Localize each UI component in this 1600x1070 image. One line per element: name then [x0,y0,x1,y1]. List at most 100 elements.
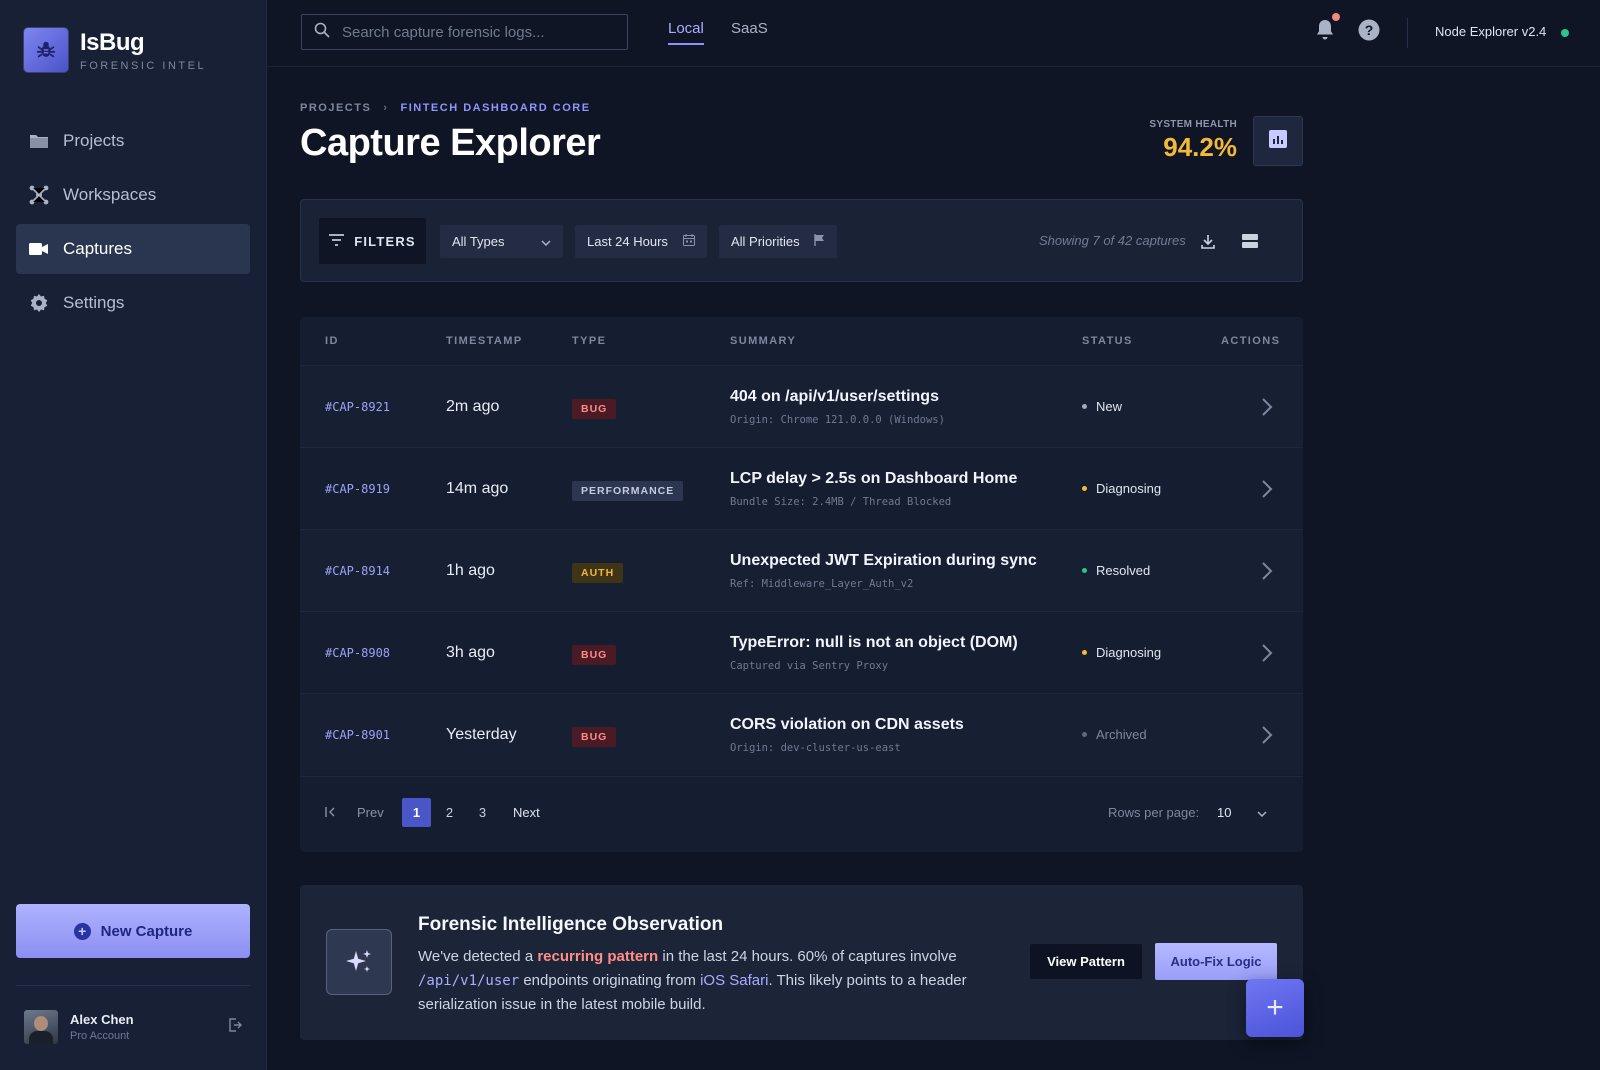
page-title: Capture Explorer [300,122,601,164]
capture-id[interactable]: #CAP-8921 [325,400,390,414]
rows-per-page-select[interactable]: 10 [1211,797,1273,827]
table-row[interactable]: #CAP-8914 1h ago AUTH Unexpected JWT Exp… [300,529,1303,611]
sidebar-item-projects[interactable]: Projects [16,116,250,166]
column-header-summary[interactable]: SUMMARY [730,335,796,347]
capture-summary-detail: Bundle Size: 2.4MB / Thread Blocked [730,496,952,508]
chevron-right-icon[interactable] [1255,475,1279,503]
page-1-button[interactable]: 1 [402,798,431,827]
new-capture-button[interactable]: + New Capture [16,904,250,958]
status-dot [1082,568,1087,573]
flag-icon [814,234,825,249]
status-label: Diagnosing [1096,645,1162,660]
capture-id[interactable]: #CAP-8914 [325,564,390,578]
table-header: ID TIMESTAMP TYPE SUMMARY STATUS ACTIONS [300,317,1303,367]
auto-fix-button[interactable]: Auto-Fix Logic [1155,943,1277,980]
hub-icon [29,185,49,205]
sidebar-item-label: Captures [63,239,132,258]
table-row[interactable]: #CAP-8921 2m ago BUG 404 on /api/v1/user… [300,365,1303,447]
search-input[interactable] [342,23,612,41]
status-dot [1082,404,1087,409]
view-pattern-button[interactable]: View Pattern [1030,944,1142,979]
sidebar-item-captures[interactable]: Captures [16,224,250,274]
column-header-actions: ACTIONS [1221,335,1281,347]
column-header-type[interactable]: TYPE [572,335,606,347]
status-dot [1082,732,1087,737]
type-badge: AUTH [572,563,624,583]
download-icon[interactable] [1198,231,1218,251]
insight-text: in the last 24 hours. 60% of captures in… [658,948,957,965]
node-explorer-label: Node Explorer v2.4 [1435,24,1547,39]
time-range-select[interactable]: Last 24 Hours [575,225,707,258]
search-box[interactable] [301,14,628,50]
insight-card: Forensic Intelligence Observation We've … [300,885,1303,1040]
type-badge: PERFORMANCE [572,481,684,501]
insight-body: We've detected a recurring pattern in th… [418,945,1000,1017]
calendar-icon [683,234,695,249]
folder-icon [29,131,49,151]
table-row[interactable]: #CAP-8908 3h ago BUG TypeError: null is … [300,611,1303,693]
view-toggle-icon[interactable] [1240,231,1260,251]
column-header-id[interactable]: ID [325,335,339,347]
first-page-icon[interactable] [325,805,336,820]
analytics-button[interactable] [1253,116,1303,166]
capture-id[interactable]: #CAP-8919 [325,482,390,496]
page-3-button[interactable]: 3 [468,798,497,827]
help-icon[interactable]: ? [1357,18,1381,42]
chevron-down-icon [1257,805,1267,820]
type-badge: BUG [572,645,617,665]
status-label: New [1096,399,1123,414]
status-label: Diagnosing [1096,481,1162,496]
next-page-button[interactable]: Next [513,805,540,820]
insight-text: We've detected a [418,948,538,965]
capture-summary-title: 404 on /api/v1/user/settings [730,388,939,405]
page-2-button[interactable]: 2 [435,798,464,827]
type-badge: BUG [572,399,617,419]
status-label: Archived [1096,727,1147,742]
status-badge: Resolved [1082,563,1150,578]
prev-page-button[interactable]: Prev [357,805,384,820]
sidebar-item-settings[interactable]: Settings [16,278,250,328]
table-row[interactable]: #CAP-8901 Yesterday BUG CORS violation o… [300,693,1303,775]
capture-summary-detail: Origin: dev-cluster-us-east [730,742,901,754]
capture-id[interactable]: #CAP-8901 [325,728,390,742]
logout-icon[interactable] [228,1017,242,1037]
avatar [24,1010,58,1044]
captures-table: ID TIMESTAMP TYPE SUMMARY STATUS ACTIONS… [300,317,1303,852]
tab-local[interactable]: Local [668,20,704,45]
user-profile[interactable]: Alex Chen Pro Account [24,1010,242,1044]
filter-lines-icon [329,233,345,249]
capture-id[interactable]: #CAP-8908 [325,646,390,660]
notifications-bell-icon[interactable] [1313,13,1340,42]
showing-count: Showing 7 of 42 captures [1039,233,1186,248]
sidebar-item-label: Settings [63,293,125,312]
chevron-right-icon[interactable] [1255,721,1279,749]
priority-select[interactable]: All Priorities [719,225,837,258]
gear-icon [29,293,49,313]
sidebar-item-workspaces[interactable]: Workspaces [16,170,250,220]
add-fab-button[interactable]: + [1246,979,1304,1037]
chevron-right-icon[interactable] [1255,639,1279,667]
capture-summary-title: Unexpected JWT Expiration during sync [730,552,1037,569]
chevron-right-icon[interactable] [1255,393,1279,421]
filters-button[interactable]: FILTERS [319,218,426,264]
top-bar: Local SaaS ? Node Explorer v2.4 [267,0,1600,67]
sidebar-divider [16,985,250,986]
capture-summary-title: TypeError: null is not an object (DOM) [730,634,1018,651]
status-dot [1082,486,1087,491]
type-select[interactable]: All Types [440,225,563,258]
brand[interactable]: IsBug FORENSIC INTEL [24,28,206,72]
notification-dot [1332,13,1340,21]
breadcrumb: PROJECTS › FINTECH DASHBOARD CORE [300,102,591,114]
status-badge: New [1082,399,1122,414]
sparkles-icon [326,929,392,995]
type-badge: BUG [572,727,617,747]
capture-timestamp: 1h ago [446,562,495,579]
breadcrumb-root[interactable]: PROJECTS [300,102,371,114]
capture-summary-detail: Origin: Chrome 121.0.0.0 (Windows) [730,414,945,426]
table-row[interactable]: #CAP-8919 14m ago PERFORMANCE LCP delay … [300,447,1303,529]
sidebar-nav: Projects Workspaces Captures Settings [16,116,250,332]
column-header-timestamp[interactable]: TIMESTAMP [446,335,523,347]
chevron-right-icon[interactable] [1255,557,1279,585]
tab-saas[interactable]: SaaS [731,20,768,43]
column-header-status[interactable]: STATUS [1082,335,1133,347]
